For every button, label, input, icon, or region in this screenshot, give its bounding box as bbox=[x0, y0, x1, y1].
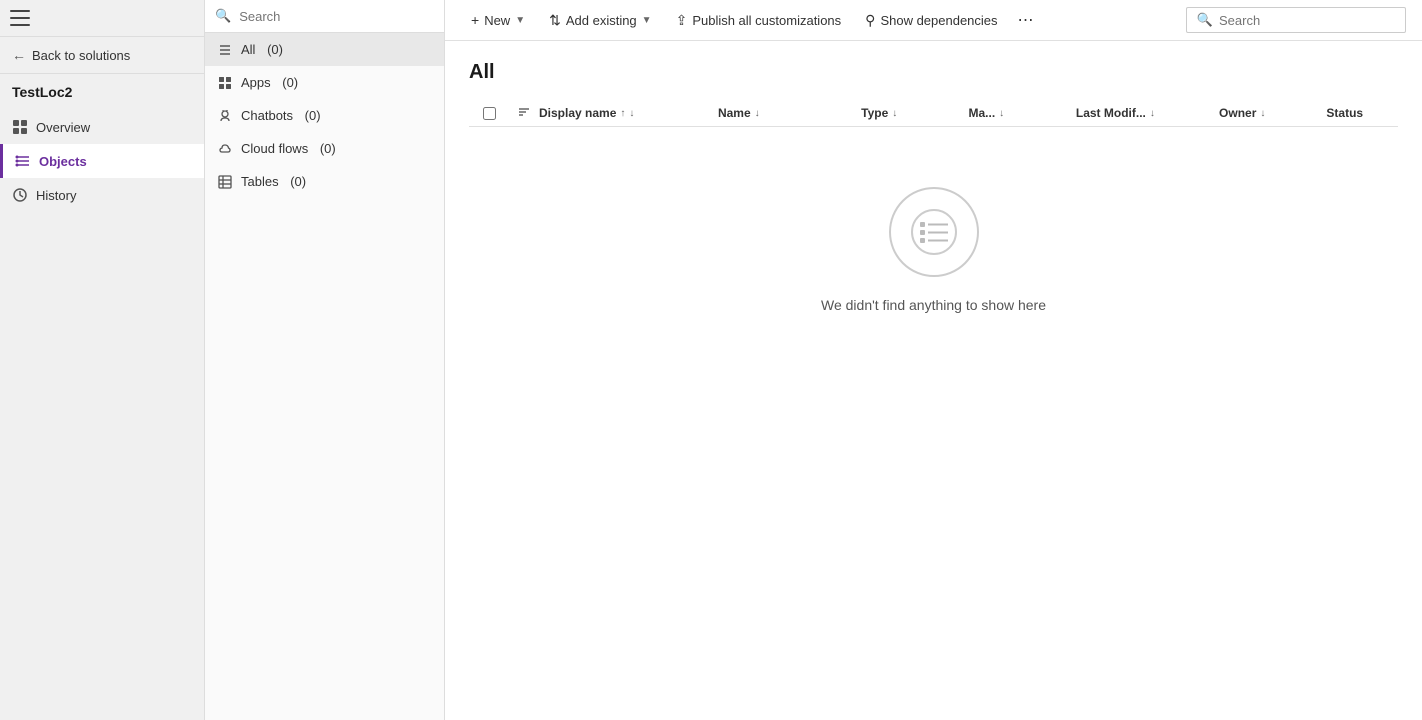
col-owner[interactable]: Owner ↓ bbox=[1219, 106, 1326, 120]
add-existing-label: Add existing bbox=[566, 13, 637, 28]
empty-state: We didn't find anything to show here bbox=[469, 127, 1398, 373]
solution-name: TestLoc2 bbox=[0, 74, 204, 110]
item-all-label: All bbox=[241, 42, 259, 57]
table-header: Display name ↑ ↓ Name ↓ Type ↓ Ma... ↓ L… bbox=[469, 100, 1398, 127]
new-chevron-icon: ▼ bbox=[515, 15, 525, 26]
sidebar-item-objects[interactable]: Objects bbox=[0, 144, 204, 178]
display-name-sort-asc-icon: ↑ bbox=[620, 108, 625, 119]
page-title: All bbox=[469, 61, 1398, 84]
empty-message: We didn't find anything to show here bbox=[821, 297, 1046, 313]
publish-button[interactable]: ⇪ Publish all customizations bbox=[666, 7, 852, 34]
search-input[interactable] bbox=[239, 9, 434, 24]
dependencies-icon: ⚲ bbox=[865, 12, 875, 29]
content-area: All Display name ↑ ↓ Name ↓ bbox=[445, 41, 1422, 720]
last-modified-sort-icon: ↓ bbox=[1150, 108, 1155, 119]
toolbar-search: 🔍 bbox=[1186, 7, 1406, 33]
toolbar-search-input[interactable] bbox=[1219, 13, 1395, 28]
col-managed[interactable]: Ma... ↓ bbox=[969, 106, 1076, 120]
publish-label: Publish all customizations bbox=[692, 13, 841, 28]
item-chatbots-label: Chatbots bbox=[241, 108, 297, 123]
add-existing-icon: ⇅ bbox=[549, 12, 561, 29]
new-label: New bbox=[484, 13, 510, 28]
empty-icon bbox=[889, 187, 979, 277]
show-dependencies-label: Show dependencies bbox=[880, 13, 997, 28]
item-chatbots-count: (0) bbox=[305, 108, 321, 123]
more-button[interactable]: ⋯ bbox=[1012, 6, 1040, 34]
item-tables-count: (0) bbox=[290, 174, 306, 189]
objects-label: Objects bbox=[39, 154, 87, 169]
type-label: Type bbox=[861, 106, 888, 120]
add-existing-chevron-icon: ▼ bbox=[642, 15, 652, 26]
sidebar: ← Back to solutions TestLoc2 Overview bbox=[0, 0, 205, 720]
search-icon: 🔍 bbox=[215, 8, 231, 24]
col-sort[interactable] bbox=[509, 106, 539, 120]
name-label: Name bbox=[718, 106, 751, 120]
item-apps-label: Apps bbox=[241, 75, 274, 90]
owner-sort-icon: ↓ bbox=[1260, 108, 1265, 119]
display-name-sort-desc-icon: ↓ bbox=[629, 108, 634, 119]
type-sort-icon: ↓ bbox=[892, 108, 897, 119]
display-name-label: Display name bbox=[539, 106, 616, 120]
back-arrow-icon: ← bbox=[12, 47, 26, 63]
item-apps-count: (0) bbox=[282, 75, 298, 90]
item-tables[interactable]: Tables (0) bbox=[205, 165, 444, 198]
sidebar-item-overview[interactable]: Overview bbox=[0, 110, 204, 144]
more-icon: ⋯ bbox=[1018, 10, 1034, 30]
new-button[interactable]: + New ▼ bbox=[461, 7, 535, 33]
last-modified-label: Last Modif... bbox=[1076, 106, 1146, 120]
history-icon bbox=[12, 187, 28, 203]
item-apps[interactable]: Apps (0) bbox=[205, 66, 444, 99]
item-list: All (0) Apps (0) bbox=[205, 33, 444, 198]
cloud-flows-icon bbox=[217, 142, 233, 156]
objects-icon bbox=[15, 153, 31, 169]
item-all[interactable]: All (0) bbox=[205, 33, 444, 66]
managed-sort-icon: ↓ bbox=[999, 108, 1004, 119]
show-dependencies-button[interactable]: ⚲ Show dependencies bbox=[855, 7, 1007, 34]
chatbots-icon bbox=[217, 109, 233, 123]
sidebar-top bbox=[0, 0, 204, 37]
item-all-count: (0) bbox=[267, 42, 283, 57]
apps-icon bbox=[217, 76, 233, 90]
item-cloud-flows[interactable]: Cloud flows (0) bbox=[205, 132, 444, 165]
item-cloud-flows-count: (0) bbox=[320, 141, 336, 156]
sidebar-item-history[interactable]: History bbox=[0, 178, 204, 212]
hamburger-button[interactable] bbox=[10, 8, 30, 28]
col-display-name[interactable]: Display name ↑ ↓ bbox=[539, 106, 718, 120]
tables-icon bbox=[217, 175, 233, 189]
main-content: + New ▼ ⇅ Add existing ▼ ⇪ Publish all c… bbox=[445, 0, 1422, 720]
new-icon: + bbox=[471, 12, 479, 28]
toolbar-search-icon: 🔍 bbox=[1197, 12, 1213, 28]
owner-label: Owner bbox=[1219, 106, 1256, 120]
select-all-checkbox[interactable] bbox=[483, 107, 496, 120]
item-tables-label: Tables bbox=[241, 174, 282, 189]
add-existing-button[interactable]: ⇅ Add existing ▼ bbox=[539, 7, 661, 34]
col-check bbox=[469, 107, 509, 120]
name-sort-icon: ↓ bbox=[755, 108, 760, 119]
back-to-solutions-button[interactable]: ← Back to solutions bbox=[0, 37, 204, 74]
all-icon bbox=[217, 43, 233, 57]
col-last-modified[interactable]: Last Modif... ↓ bbox=[1076, 106, 1219, 120]
managed-label: Ma... bbox=[969, 106, 996, 120]
overview-label: Overview bbox=[36, 120, 90, 135]
publish-icon: ⇪ bbox=[676, 12, 688, 29]
col-name[interactable]: Name ↓ bbox=[718, 106, 861, 120]
status-label: Status bbox=[1326, 106, 1363, 120]
second-column: 🔍 All (0) bbox=[205, 0, 445, 720]
item-chatbots[interactable]: Chatbots (0) bbox=[205, 99, 444, 132]
toolbar: + New ▼ ⇅ Add existing ▼ ⇪ Publish all c… bbox=[445, 0, 1422, 41]
overview-icon bbox=[12, 119, 28, 135]
col-type[interactable]: Type ↓ bbox=[861, 106, 968, 120]
col-status: Status bbox=[1326, 106, 1398, 120]
search-bar: 🔍 bbox=[205, 0, 444, 33]
history-label: History bbox=[36, 188, 76, 203]
item-cloud-flows-label: Cloud flows bbox=[241, 141, 312, 156]
back-to-solutions-label: Back to solutions bbox=[32, 48, 130, 63]
